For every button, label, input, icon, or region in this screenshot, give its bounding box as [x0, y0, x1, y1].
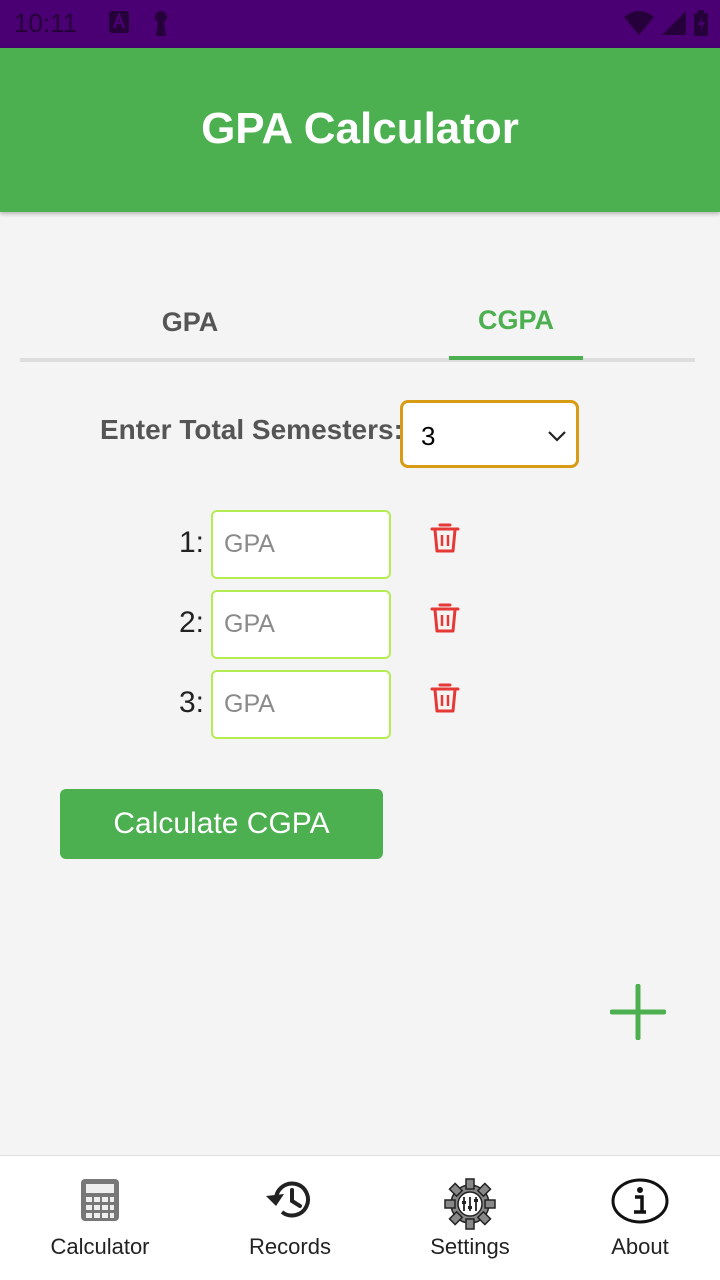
calculate-cgpa-button[interactable]: Calculate CGPA — [60, 789, 383, 859]
nav-records[interactable]: Records — [210, 1156, 370, 1280]
semester-row-label: 2: — [178, 606, 204, 639]
info-icon — [611, 1178, 669, 1224]
gpa-input-semester-2[interactable] — [211, 590, 391, 659]
gpa-input-semester-3[interactable] — [211, 670, 391, 739]
settings-gear-icon — [444, 1178, 496, 1230]
gpa-input-semester-1[interactable] — [211, 510, 391, 579]
total-semesters-dropdown[interactable]: 3 — [400, 400, 579, 468]
tab-gpa[interactable]: GPA — [60, 286, 320, 358]
semester-row-label: 1: — [178, 526, 204, 559]
tab-cgpa[interactable]: CGPA — [449, 284, 583, 356]
tab-divider — [20, 358, 695, 362]
wifi-icon — [624, 11, 654, 35]
add-icon[interactable] — [610, 984, 666, 1040]
notification-a-icon — [109, 11, 129, 33]
total-semesters-value: 3 — [421, 421, 436, 451]
calculator-icon — [81, 1179, 119, 1221]
nav-settings[interactable]: Settings — [390, 1156, 550, 1280]
notification-icons — [108, 10, 170, 36]
status-time: 10:11 — [14, 8, 78, 38]
notification-keyhole-icon — [155, 11, 167, 36]
total-semesters-label: Enter Total Semesters: — [100, 414, 403, 445]
app-bar: GPA Calculator — [0, 48, 720, 212]
trash-icon[interactable] — [430, 682, 460, 714]
signal-icon — [662, 11, 686, 35]
nav-label: About — [611, 1234, 669, 1259]
nav-calculator[interactable]: Calculator — [20, 1156, 180, 1280]
battery-icon — [694, 10, 708, 36]
bottom-navigation: Calculator Records Settings About — [0, 1155, 720, 1280]
status-bar: 10:11 — [0, 0, 720, 48]
nav-about[interactable]: About — [560, 1156, 720, 1280]
trash-icon[interactable] — [430, 522, 460, 554]
nav-label: Records — [249, 1234, 331, 1259]
tab-active-indicator — [449, 356, 583, 360]
chevron-down-icon — [548, 431, 566, 442]
semester-row-label: 3: — [178, 686, 204, 719]
nav-label: Settings — [430, 1234, 510, 1259]
system-icons — [624, 10, 708, 36]
trash-icon[interactable] — [430, 602, 460, 634]
tab-bar: GPA CGPA — [20, 286, 695, 362]
app-title: GPA Calculator — [201, 104, 519, 153]
history-icon — [266, 1181, 310, 1218]
nav-label: Calculator — [50, 1234, 150, 1259]
